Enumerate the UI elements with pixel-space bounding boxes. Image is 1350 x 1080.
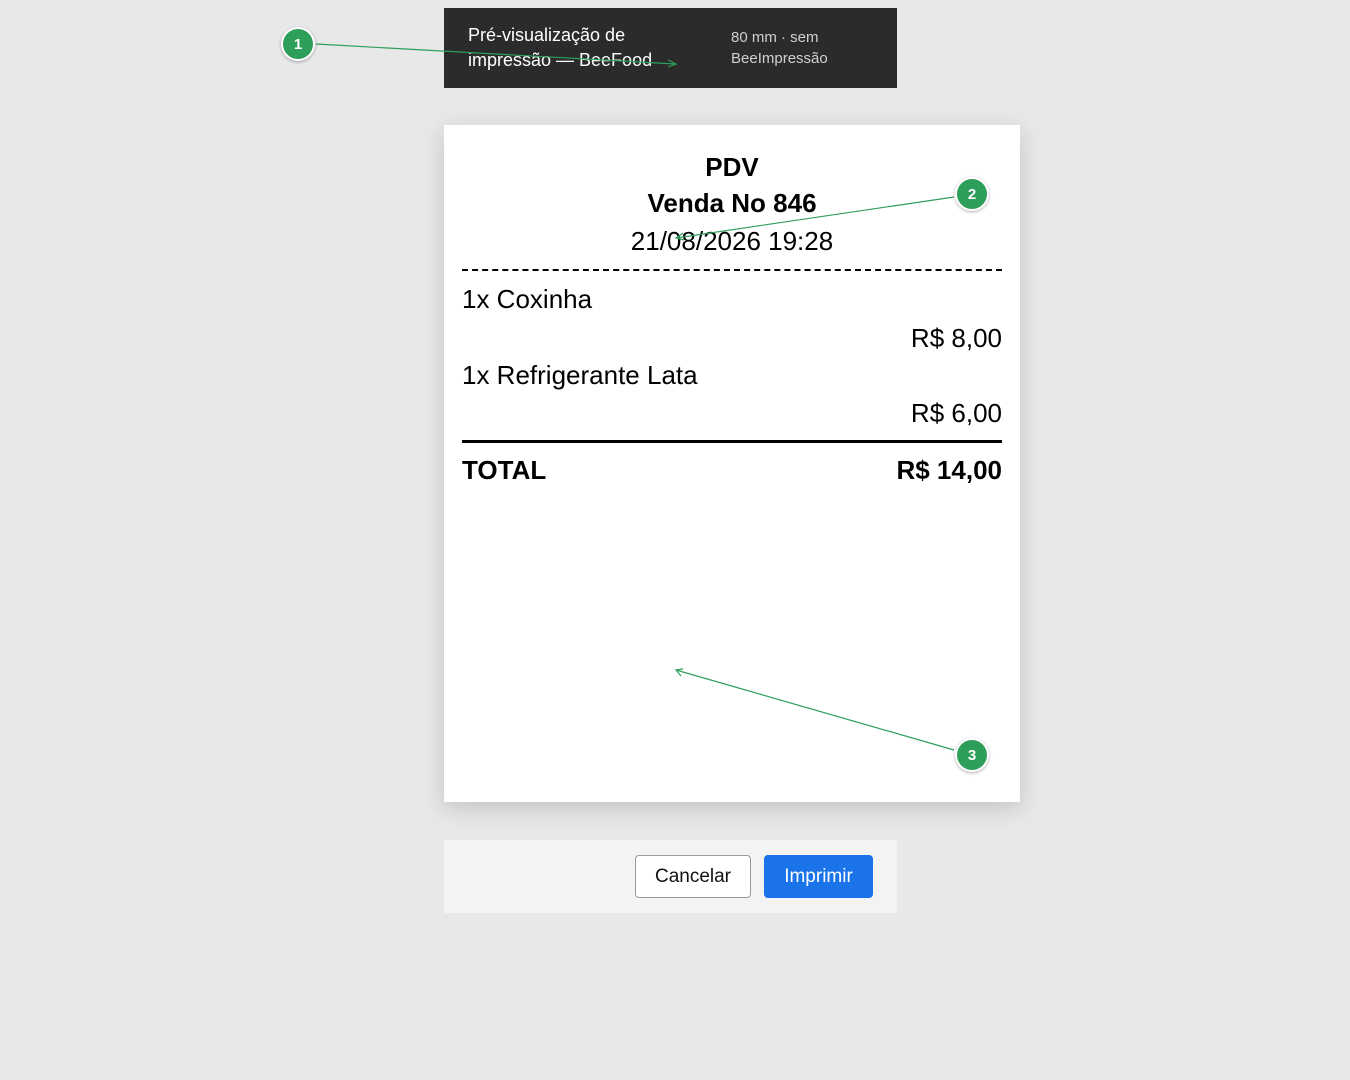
item-name: 1x Refrigerante Lata — [462, 360, 698, 390]
cancel-button[interactable]: Cancelar — [635, 855, 751, 898]
sale-number: Venda No 846 — [647, 188, 817, 218]
annotation-badge-2: 2 — [955, 177, 989, 211]
total-divider — [462, 440, 1002, 443]
action-bar: Cancelar Imprimir — [444, 840, 897, 913]
paper-info: 80 mm · sem BeeImpressão — [731, 29, 828, 67]
item-price: R$ 6,00 — [910, 398, 1002, 428]
total-label: TOTAL — [462, 455, 547, 485]
annotation-badge-3: 3 — [955, 738, 989, 772]
receipt-paper: PDV Venda No 846 21/08/2026 19:28 1x Cox… — [444, 125, 1020, 802]
item-name: 1x Coxinha — [462, 284, 593, 314]
sale-datetime: 21/08/2026 19:28 — [630, 226, 834, 256]
print-button[interactable]: Imprimir — [764, 855, 873, 898]
preview-title: Pré-visualização de impressão — BeeFood — [468, 25, 653, 70]
print-preview-page: Pré-visualização de impressão — BeeFood … — [0, 0, 1350, 1080]
item-price: R$ 8,00 — [910, 323, 1002, 353]
store-name: PDV — [705, 152, 759, 182]
preview-header: Pré-visualização de impressão — BeeFood … — [444, 8, 897, 88]
total-value: R$ 14,00 — [896, 455, 1002, 485]
dashed-divider — [462, 269, 1002, 271]
receipt-header: PDV Venda No 846 21/08/2026 19:28 — [444, 151, 1020, 259]
annotation-badge-1: 1 — [281, 27, 315, 61]
